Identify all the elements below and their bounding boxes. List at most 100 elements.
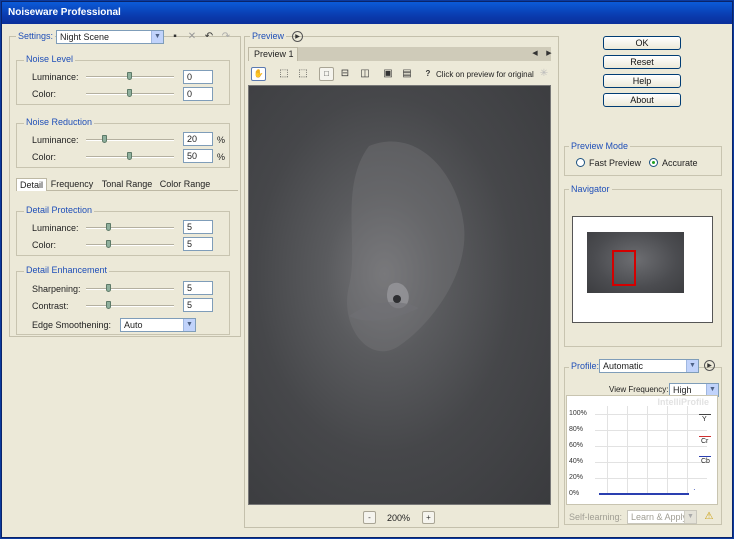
percent-unit: % — [217, 152, 226, 162]
cb-curve-end: · — [693, 485, 696, 494]
sharpening-input[interactable]: 5 — [183, 281, 213, 295]
slider-thumb[interactable] — [127, 152, 132, 160]
tab-preview-1[interactable]: Preview 1 — [248, 47, 298, 61]
profile-label: Profile: — [569, 361, 602, 371]
y-tick-label: 20% — [569, 474, 584, 481]
ok-button[interactable]: OK — [603, 36, 681, 50]
y-tick-label: 80% — [569, 426, 584, 433]
about-button[interactable]: About — [603, 93, 681, 107]
redo-icon[interactable]: ↷ — [220, 31, 232, 43]
detail-protection-luminance-slider[interactable] — [86, 227, 174, 229]
hand-tool-icon[interactable]: ✋ — [251, 67, 266, 81]
noise-level-luminance-input[interactable]: 0 — [183, 70, 213, 84]
accurate-radio[interactable] — [649, 158, 658, 167]
fast-preview-label[interactable]: Fast Preview — [589, 158, 641, 168]
tab-strip: Detail Frequency Tonal Range Color Range — [16, 178, 238, 191]
tab-tonal-range[interactable]: Tonal Range — [98, 178, 156, 191]
marquee-add-icon[interactable]: ⬚ — [297, 68, 309, 80]
slider-thumb[interactable] — [127, 72, 132, 80]
busy-indicator-icon: ✳ — [539, 68, 549, 79]
view-frequency-label: View Frequency: — [609, 385, 669, 394]
y-tick-label: 60% — [569, 442, 584, 449]
noise-reduction-luminance-input[interactable]: 20 — [183, 132, 213, 146]
noise-level-title: Noise Level — [24, 54, 76, 64]
contrast-input[interactable]: 5 — [183, 298, 213, 312]
warning-icon: ⚠ — [704, 511, 714, 522]
marquee-select-icon[interactable]: ⬚ — [278, 68, 290, 80]
slider-thumb[interactable] — [106, 223, 111, 231]
slider-thumb[interactable] — [106, 301, 111, 309]
noise-reduction-luminance-label: Luminance: — [32, 135, 79, 145]
self-learning-select[interactable]: Learn & Apply ▼ — [627, 510, 697, 524]
navigator-title: Navigator — [569, 184, 612, 194]
cr-legend-label: Cr — [701, 438, 709, 445]
profile-select[interactable]: Automatic ▼ — [599, 359, 699, 373]
main-window: Noiseware Professional Settings: Night S… — [1, 1, 733, 538]
zoom-in-button[interactable]: + — [422, 511, 435, 524]
split-vertical-icon[interactable]: ◫ — [359, 68, 371, 80]
slider-thumb[interactable] — [106, 284, 111, 292]
single-view-icon[interactable]: □ — [319, 67, 334, 81]
profile-watermark: IntelliProfile — [657, 397, 709, 407]
edge-smoothening-value: Auto — [124, 320, 143, 330]
undo-icon[interactable]: ↶ — [203, 31, 215, 43]
title-bar: Noiseware Professional — [2, 2, 732, 24]
grid-line — [667, 406, 668, 494]
delete-icon[interactable]: ✕ — [186, 31, 198, 43]
noise-reduction-luminance-slider[interactable] — [86, 139, 174, 141]
chevron-right-icon[interactable]: ▶ — [543, 48, 555, 60]
y-tick-label: 40% — [569, 458, 584, 465]
y-tick-label: 100% — [569, 410, 587, 417]
slider-thumb[interactable] — [102, 135, 107, 143]
accurate-label[interactable]: Accurate — [662, 158, 698, 168]
edge-smoothening-select[interactable]: Auto ▼ — [120, 318, 196, 332]
grid-line — [687, 406, 688, 494]
cb-curve — [599, 493, 689, 495]
detail-protection-title: Detail Protection — [24, 205, 95, 215]
reset-button[interactable]: Reset — [603, 55, 681, 69]
fast-preview-radio[interactable] — [576, 158, 585, 167]
save-icon[interactable]: ▪ — [169, 31, 181, 43]
profile-graph: IntelliProfile 100% 80% 60% 40% 20% 0% ·… — [566, 395, 718, 505]
preview-image-content — [347, 141, 465, 352]
y-tick-label: 0% — [569, 490, 580, 497]
self-learning-label: Self-learning: — [569, 512, 623, 522]
preview-menu-icon[interactable]: ▶ — [292, 31, 303, 42]
chevron-left-icon[interactable]: ◀ — [529, 48, 541, 60]
new-preview-icon[interactable]: ▣ — [382, 68, 394, 80]
grid-line — [595, 478, 707, 479]
slider-thumb[interactable] — [127, 89, 132, 97]
grid-line — [607, 406, 608, 494]
contrast-slider[interactable] — [86, 305, 174, 307]
self-learning-value: Learn & Apply — [631, 512, 688, 522]
navigator-view[interactable] — [572, 216, 713, 323]
tab-frequency[interactable]: Frequency — [48, 178, 96, 191]
preview-image[interactable] — [248, 85, 551, 505]
grid-line — [595, 414, 707, 415]
profile-menu-icon[interactable]: ▶ — [704, 360, 715, 371]
detail-protection-luminance-input[interactable]: 5 — [183, 220, 213, 234]
tab-color-range[interactable]: Color Range — [158, 178, 212, 191]
settings-select[interactable]: Night Scene ▼ — [56, 30, 164, 44]
navigator-viewport-rect[interactable] — [612, 250, 636, 286]
grid-line — [595, 430, 707, 431]
noise-level-color-input[interactable]: 0 — [183, 87, 213, 101]
tab-detail[interactable]: Detail — [16, 178, 47, 191]
percent-unit: % — [217, 135, 226, 145]
split-horizontal-icon[interactable]: ⊟ — [339, 68, 351, 80]
settings-value: Night Scene — [60, 32, 110, 42]
noise-reduction-color-input[interactable]: 50 — [183, 149, 213, 163]
detail-protection-color-input[interactable]: 5 — [183, 237, 213, 251]
sharpening-slider[interactable] — [86, 288, 174, 290]
help-button[interactable]: Help — [603, 74, 681, 88]
detail-protection-color-slider[interactable] — [86, 244, 174, 246]
edge-smoothening-label: Edge Smoothening: — [32, 320, 112, 330]
settings-label: Settings: — [16, 31, 56, 41]
close-preview-icon[interactable]: ▤ — [401, 68, 413, 80]
zoom-out-button[interactable]: - — [363, 511, 376, 524]
client-area: Settings: Night Scene ▼ ▪ ✕ ↶ ↷ Noise Le… — [6, 27, 730, 537]
help-icon: ? — [425, 69, 431, 78]
slider-thumb[interactable] — [106, 240, 111, 248]
detail-protection-luminance-label: Luminance: — [32, 223, 79, 233]
view-frequency-value: High — [673, 385, 692, 395]
